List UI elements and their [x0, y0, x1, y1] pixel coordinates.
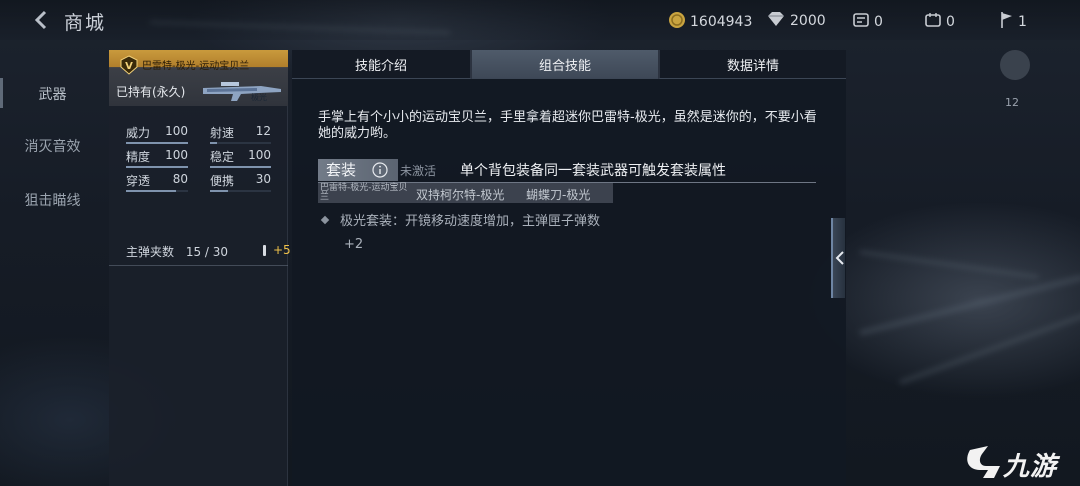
set-member-item: 双持柯尔特-极光 — [416, 188, 505, 202]
set-members: 巴雷特-极光-运动宝贝兰 双持柯尔特-极光 蝴蝶刀-极光 — [318, 183, 613, 203]
right-side-button[interactable] — [1000, 50, 1030, 80]
coin-icon — [668, 11, 686, 33]
ownership-status: 已持有(永久) — [116, 85, 186, 99]
card-divider — [109, 265, 288, 266]
magazine-count: 主弹夹数 15 / 30 +5 — [126, 243, 291, 259]
collapse-panel-button[interactable] — [831, 218, 845, 298]
page-title: 商城 — [64, 12, 107, 34]
tab-combo-skill[interactable]: 组合技能 — [472, 50, 658, 79]
weapon-card: V 巴雷特-极光-运动宝贝兰 已持有(永久) 极光 威力 100 射速 12 精度 1… — [109, 50, 291, 486]
rank-badge-icon: V — [119, 55, 139, 75]
stat-stability: 稳定 100 — [210, 148, 271, 168]
set-status: 未激活 — [400, 164, 437, 178]
tab-skill-intro[interactable]: 技能介绍 — [292, 50, 472, 79]
stat-power: 威力 100 — [126, 124, 188, 144]
set-label: 套装 — [318, 159, 398, 181]
weapon-preview-image: 极光 — [201, 80, 283, 104]
stat-portability: 便携 30 — [210, 172, 271, 192]
coin-balance: 1604943 — [668, 11, 752, 33]
info-icon[interactable] — [372, 162, 388, 178]
skill-description: 手掌上有个小小的运动宝贝兰，手里拿着超迷你巴雷特-极光，虽然是迷你的，不要小看她… — [318, 110, 817, 141]
back-arrow-icon[interactable] — [30, 8, 54, 32]
flag-balance: 1 — [1000, 11, 1027, 33]
stat-penetration: 穿透 80 — [126, 172, 188, 192]
svg-text:V: V — [125, 61, 133, 72]
detail-tabs: 技能介绍 组合技能 数据详情 — [292, 50, 846, 79]
tab-data-details[interactable]: 数据详情 — [658, 50, 846, 79]
nav-item-scope-line[interactable]: 狙击瞄线 — [0, 190, 105, 210]
set-header-row: 套装 未激活 单个背包装备同一套装武器可触发套装属性 — [318, 159, 816, 183]
weapon-name: 巴雷特-极光-运动宝贝兰 — [142, 61, 250, 72]
svg-text:极光: 极光 — [251, 92, 267, 102]
set-member-item: 巴雷特-极光-运动宝贝兰 — [320, 183, 408, 202]
ticket-icon — [852, 11, 870, 33]
chevron-left-icon — [835, 251, 844, 265]
set-bonus-text: 极光套装：开镜移动速度增加，主弹匣子弹数 — [320, 210, 600, 229]
detail-panel: 技能介绍 组合技能 数据详情 手掌上有个小小的运动宝贝兰，手里拿着超迷你巴雷特-… — [292, 50, 846, 486]
voucher-icon — [924, 11, 942, 33]
stat-accuracy: 精度 100 — [126, 148, 188, 168]
set-hint: 单个背包装备同一套装武器可触发套装属性 — [460, 163, 726, 179]
set-bonus-value: +2 — [344, 237, 364, 252]
set-member-item: 蝴蝶刀-极光 — [526, 188, 591, 202]
top-bar: 商城 1604943 2000 0 0 1 — [0, 0, 1080, 40]
watermark-text: 九游 — [1003, 452, 1058, 482]
nav-item-weapons[interactable]: 武器 — [0, 84, 105, 104]
flag-icon — [1000, 11, 1014, 33]
bullet-diamond-icon — [320, 215, 330, 224]
voucher-balance: 0 — [924, 11, 955, 33]
diamond-icon — [766, 11, 786, 31]
ticket-balance: 0 — [852, 11, 883, 33]
magazine-bonus: +5 — [273, 243, 291, 257]
stat-fire-rate: 射速 12 — [210, 124, 271, 144]
weapon-card-header: V 巴雷特-极光-运动宝贝兰 已持有(永久) 极光 — [109, 50, 288, 106]
bullet-icon — [263, 245, 266, 256]
nav-item-kill-sound[interactable]: 消灭音效 — [0, 136, 105, 156]
diamond-balance: 2000 — [766, 11, 826, 31]
right-side-number: 12 — [1005, 96, 1019, 109]
